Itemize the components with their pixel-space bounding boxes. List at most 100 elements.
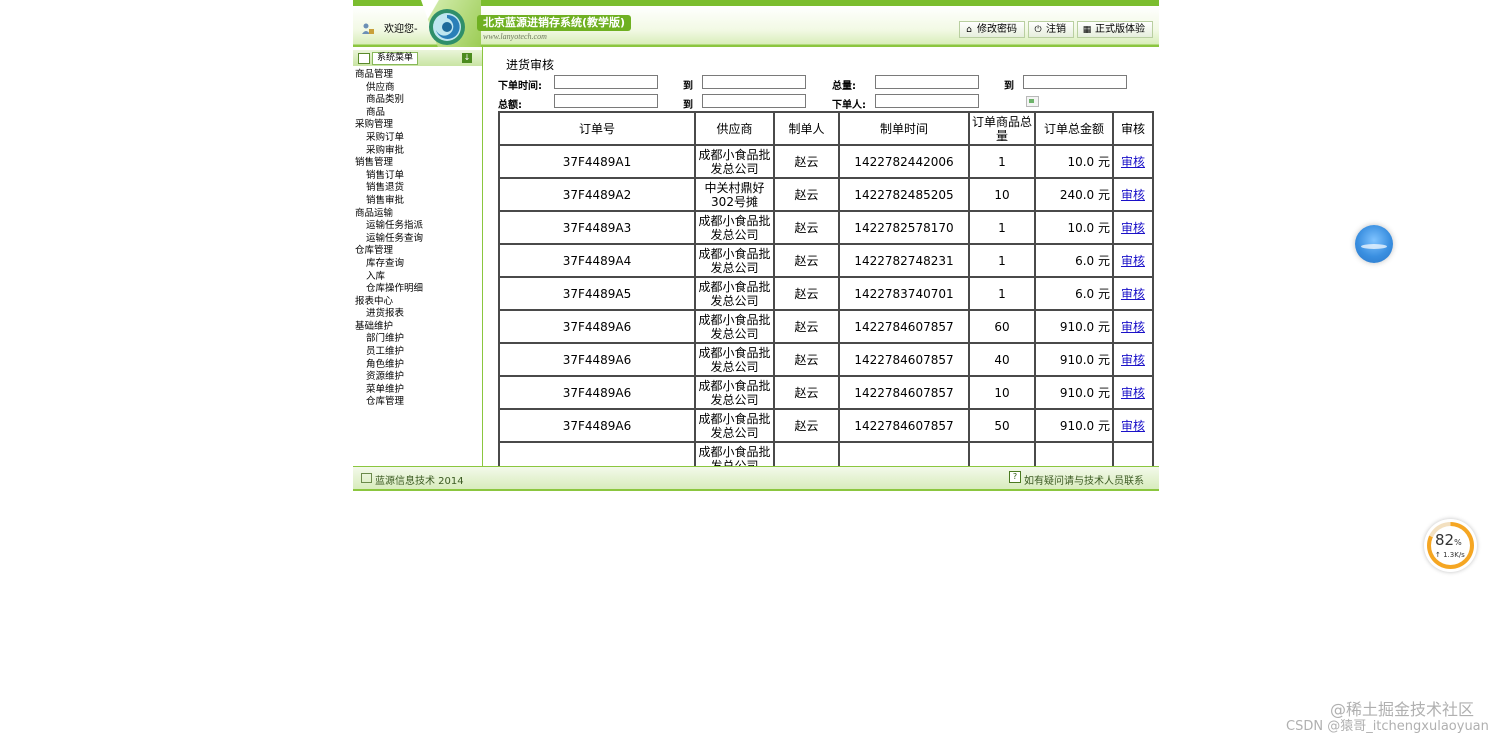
sidebar-item[interactable]: 仓库管理	[355, 396, 423, 409]
sidebar-item[interactable]: 员工维护	[355, 346, 423, 359]
table-cell: 1422782442006	[838, 144, 970, 179]
audit-link[interactable]: 审核	[1121, 353, 1145, 367]
sidebar-group[interactable]: 仓库管理	[355, 245, 423, 258]
change-password-button[interactable]: ⌂ 修改密码	[959, 21, 1025, 38]
sidebar-item[interactable]: 入库	[355, 271, 423, 284]
menu-icon	[358, 53, 370, 64]
table-cell: 10.0 元	[1034, 210, 1114, 245]
column-header: 订单总金额	[1034, 111, 1114, 146]
table-cell: 37F4489A6	[498, 375, 696, 410]
home-icon: ⌂	[966, 24, 972, 35]
sidebar-item[interactable]: 销售退货	[355, 182, 423, 195]
audit-cell: 审核	[1112, 375, 1154, 410]
table-cell	[1034, 441, 1114, 466]
table-row: 37F4489A1 成都小食品批发总公司 赵云 1422782442006 1 10.0 …	[498, 144, 1154, 179]
audit-link[interactable]: 审核	[1121, 320, 1145, 334]
audit-link[interactable]: 审核	[1121, 155, 1145, 169]
order-time-to-input[interactable]	[702, 75, 806, 89]
speed-percent-value: 82	[1435, 531, 1455, 549]
amount-from-input[interactable]	[554, 94, 658, 108]
footer-contact: 如有疑问请与技术人员联系	[1024, 476, 1144, 487]
table-cell: 赵云	[773, 276, 840, 311]
sidebar-item[interactable]: 商品	[355, 107, 423, 120]
sidebar-item[interactable]: 角色维护	[355, 359, 423, 372]
table-cell: 910.0 元	[1034, 375, 1114, 410]
sidebar-item[interactable]: 库存查询	[355, 258, 423, 271]
table-cell: 赵云	[773, 375, 840, 410]
table-cell: 成都小食品批发总公司	[694, 342, 775, 377]
table-row: 37F4489A6 成都小食品批发总公司 赵云 1422784607857 60 910.…	[498, 309, 1154, 344]
sidebar-item[interactable]: 商品类别	[355, 94, 423, 107]
column-header: 供应商	[694, 111, 775, 146]
table-cell: 10.0 元	[1034, 144, 1114, 179]
table-cell: 成都小食品批发总公司	[694, 408, 775, 443]
audit-link[interactable]: 审核	[1121, 221, 1145, 235]
audit-link[interactable]: 审核	[1121, 419, 1145, 433]
audit-cell: 审核	[1112, 210, 1154, 245]
column-header: 订单商品总量	[968, 111, 1036, 146]
table-cell: 50	[968, 408, 1036, 443]
sidebar-item[interactable]: 菜单维护	[355, 384, 423, 397]
audit-link[interactable]: 审核	[1121, 188, 1145, 202]
orders-table: 订单号 供应商 制单人 制单时间 订单商品总量 订单总金额 审核 37F4489A1 成都小食…	[498, 111, 1154, 466]
audit-cell: 审核	[1112, 408, 1154, 443]
sidebar-group[interactable]: 报表中心	[355, 296, 423, 309]
table-cell: 37F4489A5	[498, 276, 696, 311]
creator-input[interactable]	[875, 94, 979, 108]
order-time-from-input[interactable]	[554, 75, 658, 89]
sidebar-group[interactable]: 采购管理	[355, 119, 423, 132]
sidebar-group[interactable]: 基础维护	[355, 321, 423, 334]
full-version-label: 正式版体验	[1095, 24, 1145, 35]
audit-link[interactable]: 审核	[1121, 287, 1145, 301]
table-cell	[498, 441, 696, 466]
table-cell: 37F4489A3	[498, 210, 696, 245]
column-header: 制单时间	[838, 111, 970, 146]
table-cell: 成都小食品批发总公司	[694, 309, 775, 344]
order-time-label: 下单时间:	[498, 81, 542, 92]
quantity-to-input[interactable]	[1023, 75, 1127, 89]
full-version-button[interactable]: ▦ 正式版体验	[1077, 21, 1153, 38]
table-cell: 1	[968, 210, 1036, 245]
sidebar-item[interactable]: 供应商	[355, 82, 423, 95]
sidebar-item[interactable]: 销售审批	[355, 195, 423, 208]
search-image-button[interactable]	[1026, 96, 1039, 107]
sidebar-item[interactable]: 仓库操作明细	[355, 283, 423, 296]
table-row: 37F4489A5 成都小食品批发总公司 赵云 1422783740701 1 6.0 元…	[498, 276, 1154, 311]
sidebar: 系统菜单 ↓ 商品管理 供应商 商品类别 商品 采购管理 采购订单 采购审批 销售管理 销售订单…	[353, 47, 483, 466]
sidebar-item[interactable]: 部门维护	[355, 333, 423, 346]
amount-label: 总额:	[498, 100, 522, 111]
amount-to-input[interactable]	[702, 94, 806, 108]
collapse-icon[interactable]: ↓	[462, 53, 472, 63]
sidebar-item[interactable]: 销售订单	[355, 170, 423, 183]
sidebar-item[interactable]: 进货报表	[355, 308, 423, 321]
sidebar-item[interactable]: 采购审批	[355, 145, 423, 158]
sidebar-item[interactable]: 资源维护	[355, 371, 423, 384]
table-cell: 成都小食品批发总公司	[694, 243, 775, 278]
table-cell	[773, 441, 840, 466]
table-cell: 1	[968, 276, 1036, 311]
sidebar-item[interactable]: 运输任务指派	[355, 220, 423, 233]
table-cell: 成都小食品批发总公司	[694, 276, 775, 311]
column-header: 制单人	[773, 111, 840, 146]
table-cell: 240.0 元	[1034, 177, 1114, 212]
audit-link[interactable]: 审核	[1121, 254, 1145, 268]
network-speed-widget[interactable]: 82% ↑ 1.3K/s	[1424, 519, 1477, 572]
sidebar-group[interactable]: 商品管理	[355, 69, 423, 82]
audit-link[interactable]: 审核	[1121, 386, 1145, 400]
change-password-label: 修改密码	[977, 24, 1017, 35]
top-button-group: ⌂ 修改密码 ⏻ 注销 ▦ 正式版体验	[959, 21, 1153, 38]
quantity-from-input[interactable]	[875, 75, 979, 89]
table-cell: 1422782748231	[838, 243, 970, 278]
sidebar-group[interactable]: 销售管理	[355, 157, 423, 170]
grid-icon: ▦	[1082, 24, 1092, 35]
table-cell: 成都小食品批发总公司	[694, 441, 775, 466]
floating-assistant-button[interactable]	[1355, 225, 1393, 263]
sidebar-item[interactable]: 采购订单	[355, 132, 423, 145]
table-row: 37F4489A2 中关村鼎好302号摊 赵云 1422782485205 10 240.…	[498, 177, 1154, 212]
logout-button[interactable]: ⏻ 注销	[1028, 21, 1074, 38]
logout-label: 注销	[1046, 24, 1066, 35]
sidebar-item[interactable]: 运输任务查询	[355, 233, 423, 246]
page-title: 进货审核	[506, 58, 555, 72]
sidebar-group[interactable]: 商品运输	[355, 208, 423, 221]
table-cell: 6.0 元	[1034, 276, 1114, 311]
